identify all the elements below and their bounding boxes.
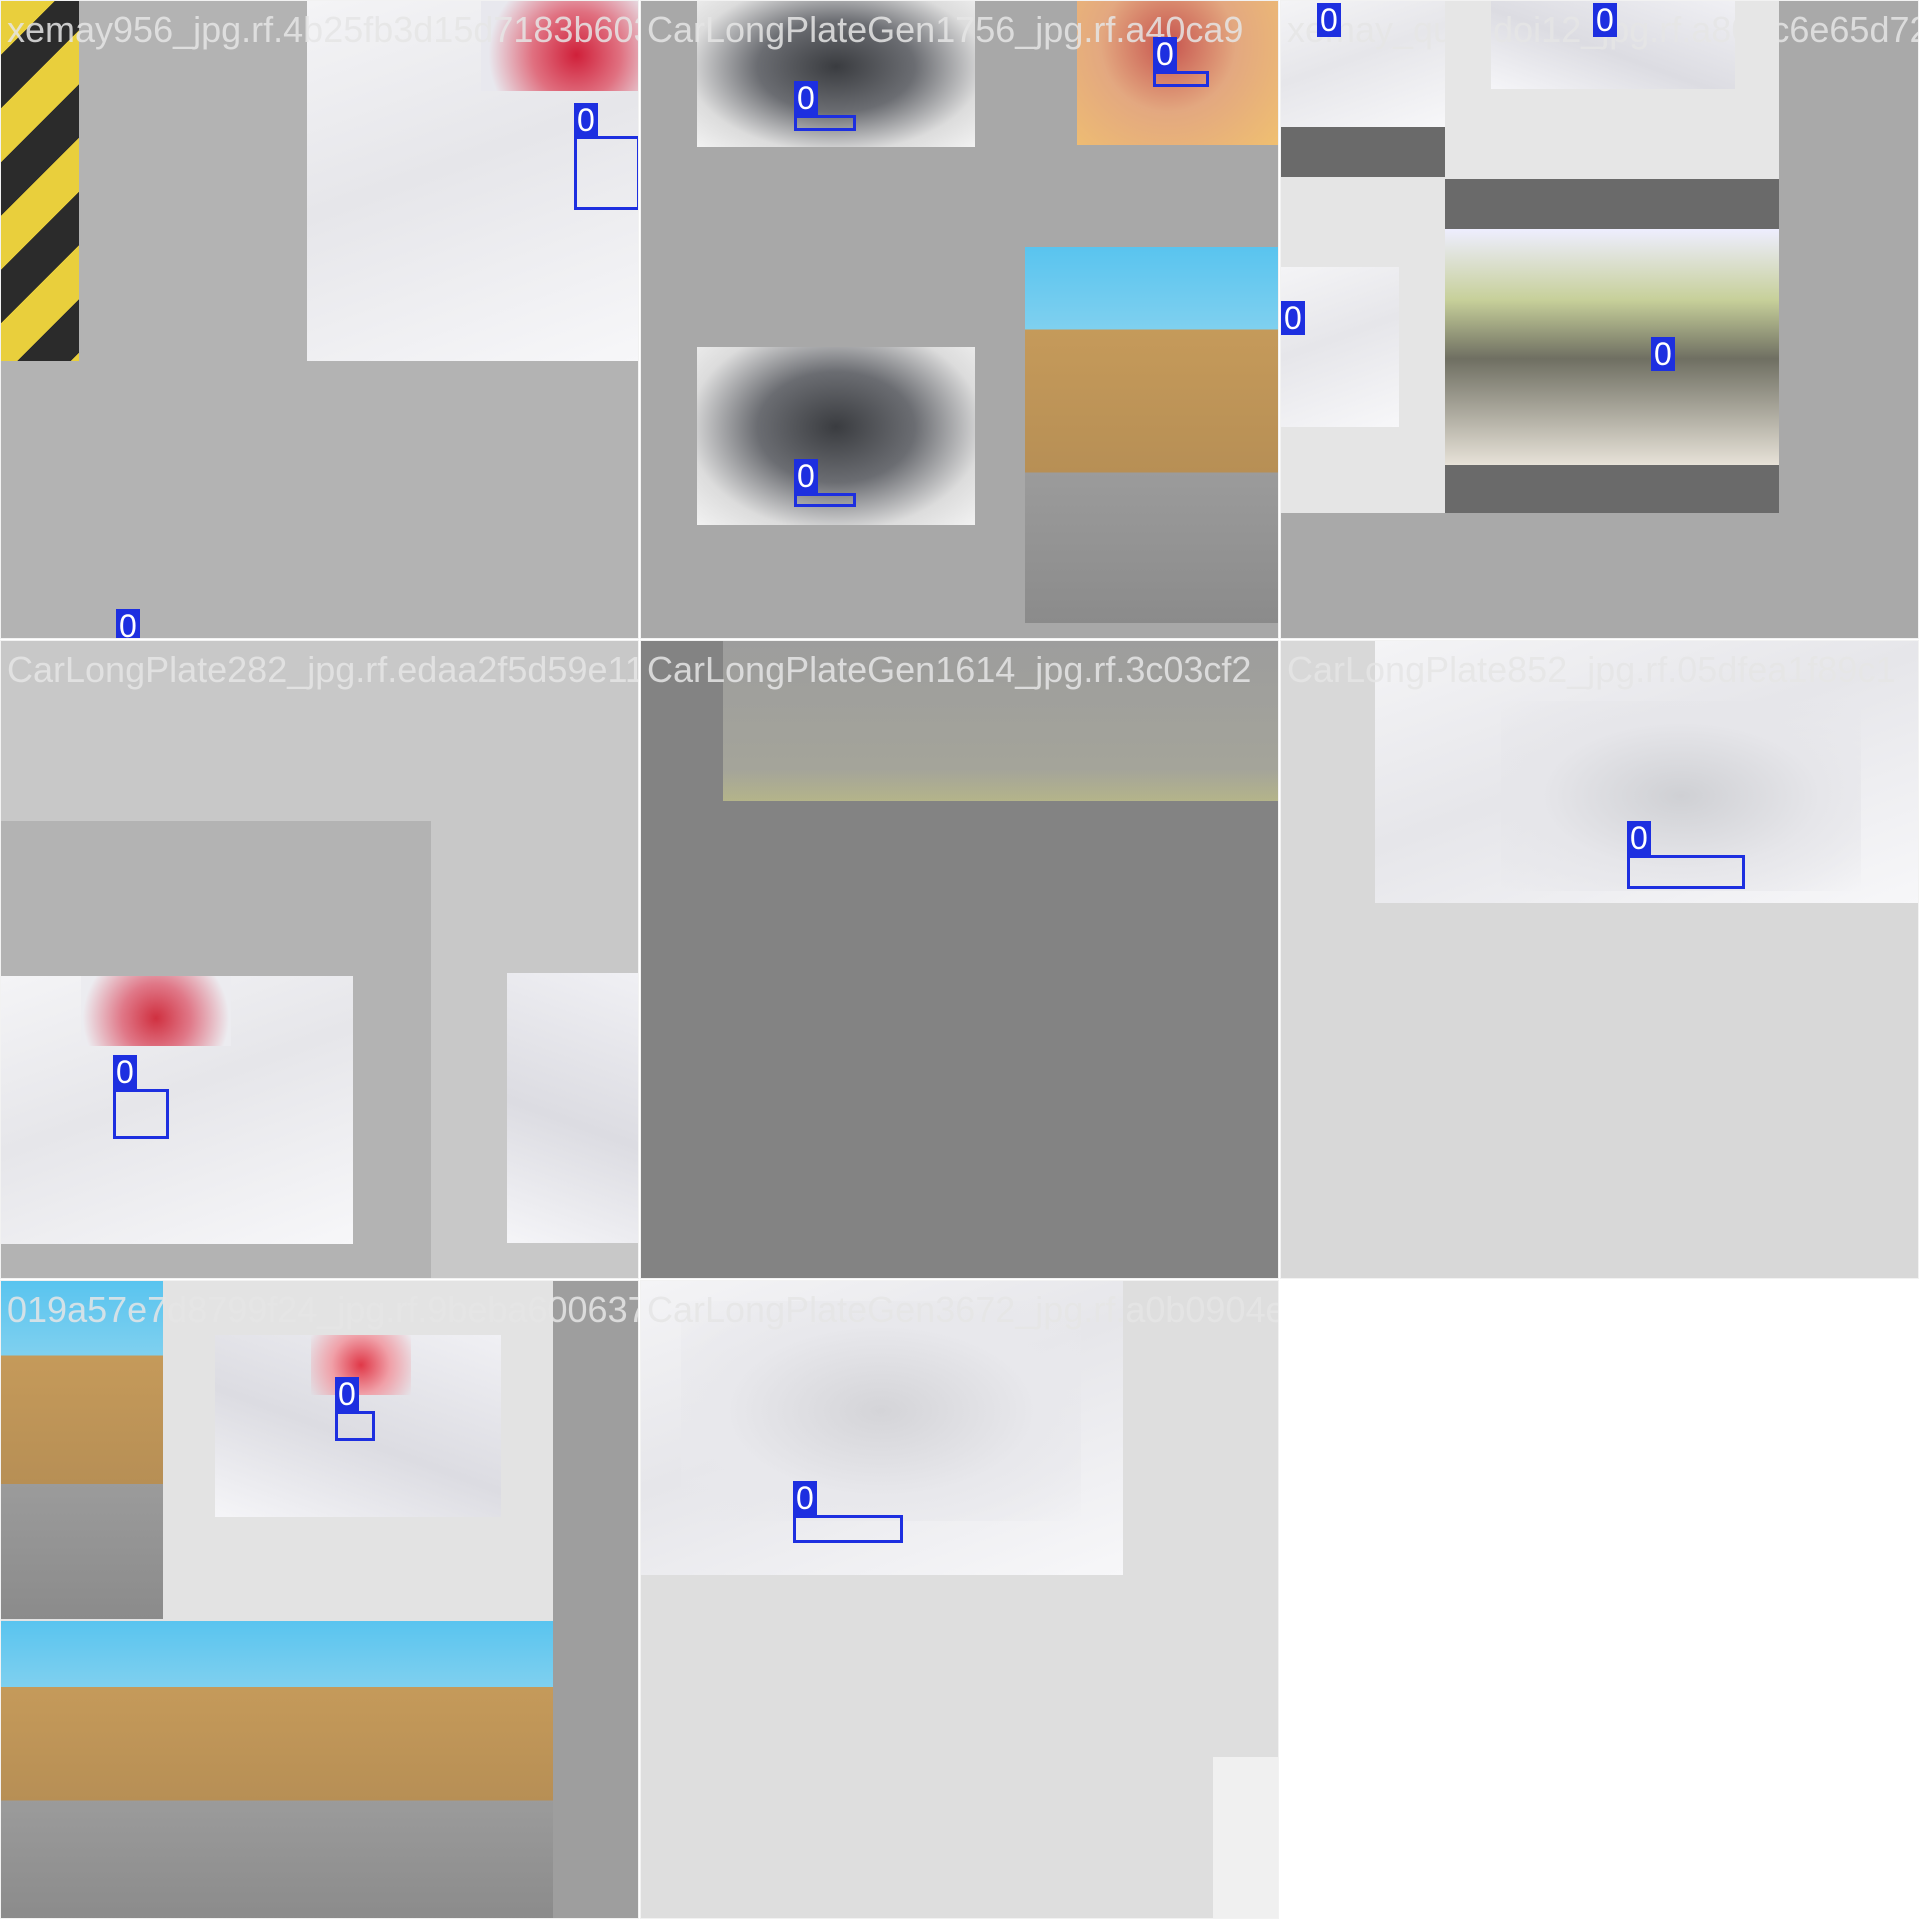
class-tag: 0 xyxy=(1651,337,1675,371)
image-crop xyxy=(507,973,638,1243)
class-tag: 0 xyxy=(574,103,598,137)
image-crop xyxy=(1445,179,1779,229)
image-crop xyxy=(681,1301,1081,1521)
image-crop xyxy=(1,1621,553,1918)
empty-tile xyxy=(1280,1280,1919,1919)
class-tag: 0 xyxy=(116,609,140,638)
class-tag: 0 xyxy=(794,459,818,493)
plate-box xyxy=(1627,855,1745,889)
class-tag: 0 xyxy=(1593,3,1617,37)
mosaic-tile: xemay956_jpg.rf.4b25fb3d15d7183b603 0 0 xyxy=(0,0,639,639)
tile-label: CarLongPlate852_jpg.rf.05dfea1f89c1 xyxy=(1287,649,1896,690)
class-tag: 0 xyxy=(794,81,818,115)
class-tag: 0 xyxy=(113,1055,137,1089)
plate-box xyxy=(335,1411,375,1441)
plate-box xyxy=(113,1089,169,1139)
class-tag: 0 xyxy=(1153,37,1177,71)
tile-label: CarLongPlate282_jpg.rf.edaa2f5d59e11026f xyxy=(7,649,638,690)
image-crop xyxy=(311,1335,411,1395)
class-tag: 0 xyxy=(793,1481,817,1515)
mosaic-tile: 019a57e7d8799f24_jpg.rf.9beba6006371f60 … xyxy=(0,1280,639,1919)
tile-label: CarLongPlateGen1614_jpg.rf.3c03cf2 xyxy=(647,649,1252,690)
class-tag: 0 xyxy=(335,1377,359,1411)
image-crop xyxy=(1445,229,1779,465)
class-tag: 0 xyxy=(1627,821,1651,855)
mosaic-tile: CarLongPlateGen3672_jpg.rf.a0b0904e3855 … xyxy=(640,1280,1279,1919)
tile-label: CarLongPlateGen3672_jpg.rf.a0b0904e3855 xyxy=(647,1289,1278,1330)
plate-box xyxy=(794,115,856,131)
image-crop xyxy=(1281,127,1445,177)
image-crop xyxy=(1,1,79,361)
image-crop xyxy=(1213,1757,1278,1918)
mosaic-tile: CarLongPlateGen1614_jpg.rf.3c03cf2 xyxy=(640,640,1279,1279)
image-crop xyxy=(1281,267,1399,427)
image-crop xyxy=(1025,247,1278,623)
class-tag: 0 xyxy=(1317,3,1341,37)
plate-box xyxy=(794,493,856,507)
mosaic-tile: CarLongPlateGen1756_jpg.rf.a40ca9 0 0 0 xyxy=(640,0,1279,639)
image-crop xyxy=(553,1281,638,1918)
image-crop xyxy=(1,1281,163,1619)
mosaic-tile: CarLongPlate282_jpg.rf.edaa2f5d59e11026f… xyxy=(0,640,639,1279)
plate-box xyxy=(574,136,638,210)
plate-box xyxy=(793,1515,903,1543)
plate-box xyxy=(1153,71,1209,87)
tile-label: 019a57e7d8799f24_jpg.rf.9beba6006371f60 xyxy=(7,1289,638,1330)
image-crop xyxy=(1445,465,1779,513)
class-tag: 0 xyxy=(1281,301,1305,335)
mosaic-grid: xemay956_jpg.rf.4b25fb3d15d7183b603 0 0 … xyxy=(0,0,1920,1920)
mosaic-tile: xemay_quandoi12_jpg.rf.a800c6e65d72 0 0 … xyxy=(1280,0,1919,639)
mosaic-tile: CarLongPlate852_jpg.rf.05dfea1f89c1 0 xyxy=(1280,640,1919,1279)
image-crop xyxy=(81,976,231,1046)
tile-label: xemay956_jpg.rf.4b25fb3d15d7183b603 xyxy=(7,9,639,50)
